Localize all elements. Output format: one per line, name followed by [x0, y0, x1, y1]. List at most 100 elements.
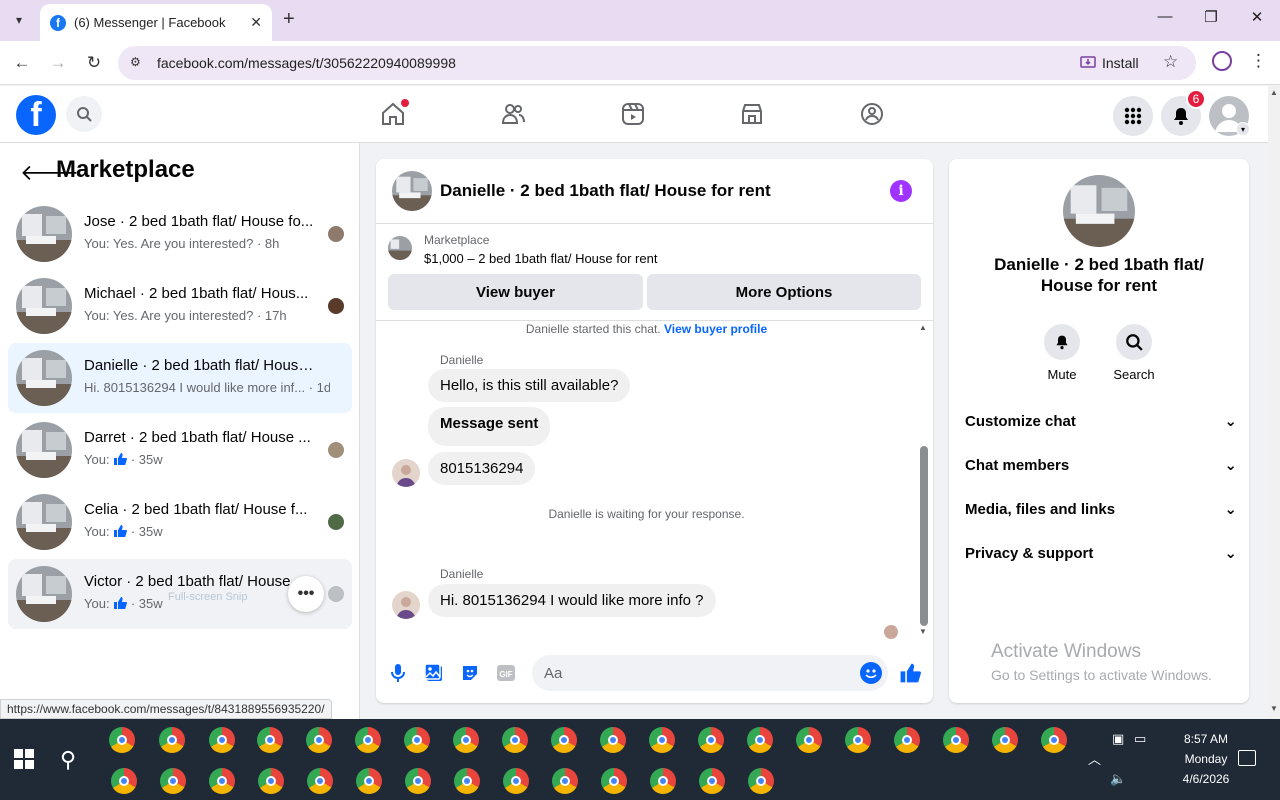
taskbar-chrome-icon[interactable]: [257, 727, 283, 753]
taskbar-chrome-icon[interactable]: [748, 768, 774, 794]
taskbar-chrome-icon[interactable]: [306, 727, 332, 753]
tray-overflow-chevron-icon[interactable]: ︿: [1088, 749, 1101, 768]
video-icon[interactable]: [619, 100, 647, 128]
menu-grid-button[interactable]: [1113, 96, 1153, 136]
microphone-icon[interactable]: [386, 661, 410, 685]
tray-device-icon[interactable]: ▣: [1112, 731, 1124, 747]
sender-avatar[interactable]: [392, 591, 420, 619]
page-scrollbar[interactable]: ▲ ▼: [1268, 86, 1280, 718]
facebook-logo-icon[interactable]: f: [16, 95, 56, 135]
taskbar-chrome-icon[interactable]: [453, 727, 479, 753]
search-in-chat-button[interactable]: Search: [1104, 324, 1164, 382]
window-close-icon[interactable]: ✕: [1234, 8, 1280, 26]
like-thumbs-up-icon[interactable]: [898, 661, 922, 685]
scroll-down-icon[interactable]: ▼: [1270, 704, 1278, 713]
taskbar-chrome-icon[interactable]: [209, 768, 235, 794]
scroll-down-icon[interactable]: ▼: [919, 627, 927, 636]
conversation-item[interactable]: Celia · 2 bed 1bath flat/ House f... You…: [8, 487, 352, 557]
mute-button[interactable]: Mute: [1032, 324, 1092, 382]
facebook-search-button[interactable]: [66, 96, 102, 132]
taskbar-chrome-icon[interactable]: [502, 727, 528, 753]
conversation-item[interactable]: Jose · 2 bed 1bath flat/ House fo... You…: [8, 199, 352, 269]
taskbar-chrome-icon[interactable]: [845, 727, 871, 753]
restore-icon[interactable]: ❐: [1188, 8, 1234, 26]
address-bar[interactable]: ⚙ facebook.com/messages/t/30562220940089…: [118, 46, 1196, 80]
taskbar-chrome-icon[interactable]: [551, 727, 577, 753]
account-chevron-icon[interactable]: ▾: [1236, 122, 1250, 136]
taskbar-chrome-icon[interactable]: [649, 727, 675, 753]
chat-members-row[interactable]: Chat members ⌄: [965, 453, 1237, 477]
browser-profile-icon[interactable]: [1212, 51, 1232, 71]
taskbar-chrome-icon[interactable]: [307, 768, 333, 794]
photo-icon[interactable]: [422, 661, 446, 685]
scroll-up-icon[interactable]: ▲: [919, 323, 927, 332]
message-bubble[interactable]: 8015136294: [428, 452, 536, 485]
reload-icon[interactable]: ↻: [82, 51, 106, 75]
taskbar-chrome-icon[interactable]: [894, 727, 920, 753]
taskbar-chrome-icon[interactable]: [943, 727, 969, 753]
browser-menu-icon[interactable]: ⋮: [1250, 51, 1267, 71]
conversation-item[interactable]: Victor · 2 bed 1bath flat/ House ... You…: [8, 559, 352, 629]
new-tab-plus-icon[interactable]: +: [283, 8, 295, 31]
taskbar-chrome-icon[interactable]: [650, 768, 676, 794]
taskbar-chrome-icon[interactable]: [111, 768, 137, 794]
taskbar-chrome-icon[interactable]: [159, 727, 185, 753]
tab-close-icon[interactable]: ✕: [250, 14, 262, 31]
site-settings-icon[interactable]: ⚙: [130, 55, 146, 71]
taskbar-chrome-icon[interactable]: [1041, 727, 1067, 753]
listing-thumbnail-large[interactable]: [1063, 175, 1135, 247]
taskbar-chrome-icon[interactable]: [454, 768, 480, 794]
taskbar-chrome-icon[interactable]: [355, 727, 381, 753]
scroll-up-icon[interactable]: ▲: [1270, 88, 1278, 97]
chat-thumbnail[interactable]: [392, 171, 432, 211]
customize-chat-row[interactable]: Customize chat ⌄: [965, 409, 1237, 433]
listing-thumbnail[interactable]: [388, 236, 412, 260]
taskbar-chrome-icon[interactable]: [258, 768, 284, 794]
media-files-links-row[interactable]: Media, files and links ⌄: [965, 497, 1237, 521]
taskbar-chrome-icon[interactable]: [209, 727, 235, 753]
volume-icon[interactable]: 🔈: [1110, 771, 1126, 787]
conversation-item[interactable]: Darret · 2 bed 1bath flat/ House ... You…: [8, 415, 352, 485]
action-center-icon[interactable]: [1238, 750, 1256, 766]
taskbar-search-icon[interactable]: ⚲: [60, 747, 76, 773]
taskbar-chrome-icon[interactable]: [404, 727, 430, 753]
conversation-item[interactable]: Danielle · 2 bed 1bath flat/ House f... …: [8, 343, 352, 413]
tab-list-chevron-icon[interactable]: ▾: [8, 9, 30, 31]
message-bubble[interactable]: Hello, is this still available?: [428, 369, 631, 402]
listing-description[interactable]: $1,000 – 2 bed 1bath flat/ House for ren…: [424, 251, 657, 266]
taskbar-chrome-icon[interactable]: [109, 727, 135, 753]
taskbar-chrome-icon[interactable]: [160, 768, 186, 794]
gif-icon[interactable]: GIF: [494, 661, 518, 685]
taskbar-chrome-icon[interactable]: [601, 768, 627, 794]
message-bubble[interactable]: Hi. 8015136294 I would like more info ?: [428, 584, 716, 617]
minimize-icon[interactable]: —: [1142, 8, 1188, 25]
view-buyer-button[interactable]: View buyer: [388, 274, 643, 310]
network-icon[interactable]: ▭: [1134, 731, 1146, 747]
taskbar-clock[interactable]: 8:57 AM Monday 4/6/2026: [1166, 729, 1246, 789]
friends-icon[interactable]: [499, 100, 527, 128]
scrollbar-thumb[interactable]: [920, 446, 928, 626]
taskbar-chrome-icon[interactable]: [699, 768, 725, 794]
privacy-support-row[interactable]: Privacy & support ⌄: [965, 541, 1237, 565]
taskbar-chrome-icon[interactable]: [747, 727, 773, 753]
install-app-button[interactable]: Install: [1080, 52, 1139, 74]
taskbar-chrome-icon[interactable]: [600, 727, 626, 753]
view-buyer-profile-link[interactable]: View buyer profile: [664, 322, 767, 336]
taskbar-chrome-icon[interactable]: [503, 768, 529, 794]
bookmark-star-icon[interactable]: ☆: [1163, 52, 1178, 72]
taskbar-chrome-icon[interactable]: [992, 727, 1018, 753]
message-input[interactable]: Aa: [532, 655, 888, 691]
taskbar-chrome-icon[interactable]: [698, 727, 724, 753]
info-icon[interactable]: i: [890, 180, 912, 202]
windows-start-icon[interactable]: [14, 749, 34, 769]
chat-title[interactable]: Danielle · 2 bed 1bath flat/ House for r…: [440, 181, 771, 201]
chat-scrollbar[interactable]: ▲ ▼: [918, 321, 930, 641]
taskbar-chrome-icon[interactable]: [405, 768, 431, 794]
browser-tab[interactable]: f (6) Messenger | Facebook ✕: [40, 4, 272, 41]
conversation-options-button[interactable]: •••: [288, 576, 324, 612]
sticker-icon[interactable]: [458, 661, 482, 685]
sender-avatar[interactable]: [392, 459, 420, 487]
more-options-button[interactable]: More Options: [647, 274, 921, 310]
taskbar-chrome-icon[interactable]: [356, 768, 382, 794]
taskbar-chrome-icon[interactable]: [552, 768, 578, 794]
